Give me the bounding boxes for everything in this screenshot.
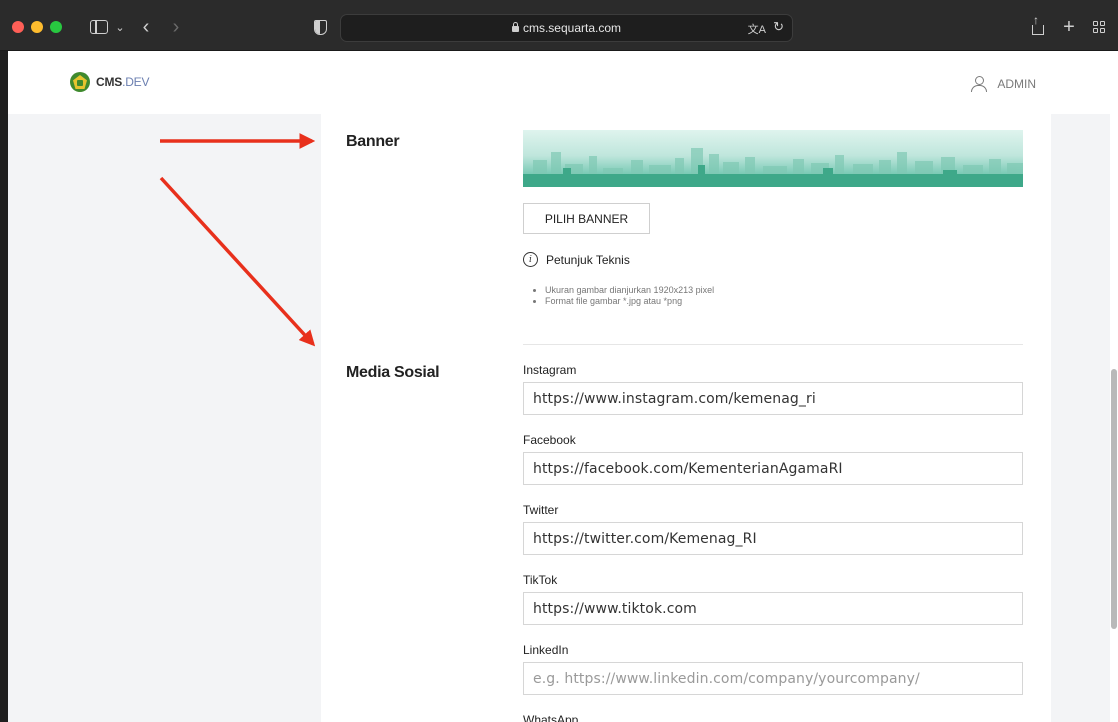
reload-icon[interactable]: ↻ xyxy=(773,19,784,35)
zoom-window-button[interactable] xyxy=(50,21,62,33)
logo-emblem-icon xyxy=(70,72,90,92)
user-menu[interactable]: ADMIN xyxy=(971,76,1036,92)
tiktok-input[interactable] xyxy=(523,592,1023,625)
social-section-title: Media Sosial xyxy=(346,364,440,381)
twitter-label: Twitter xyxy=(523,503,559,517)
whatsapp-label: WhatsApp xyxy=(523,713,579,722)
user-icon xyxy=(971,76,988,92)
banner-section-title: Banner xyxy=(346,133,400,150)
list-item: Format file gambar *.jpg atau *png xyxy=(545,296,714,307)
scrollbar-track[interactable] xyxy=(1110,114,1118,722)
tiktok-label: TikTok xyxy=(523,573,558,587)
share-icon[interactable] xyxy=(1030,13,1046,37)
facebook-label: Facebook xyxy=(523,433,576,447)
info-icon: i xyxy=(523,252,538,267)
settings-card: Banner PILIH BANNER i Petunjuk Teknis • … xyxy=(321,114,1051,722)
banner-preview-image xyxy=(523,130,1023,187)
section-divider xyxy=(523,344,1023,345)
twitter-input[interactable] xyxy=(523,522,1023,555)
forward-icon[interactable]: › xyxy=(168,16,184,38)
choose-banner-button[interactable]: PILIH BANNER xyxy=(523,203,650,234)
technical-notes-heading: i Petunjuk Teknis xyxy=(523,252,630,267)
linkedin-label: LinkedIn xyxy=(523,643,569,657)
technical-notes-list: Ukuran gambar dianjurkan 1920x213 pixel … xyxy=(533,285,714,307)
new-tab-icon[interactable]: + xyxy=(1060,16,1078,38)
address-bar[interactable]: cms.sequarta.com 文A ↻ xyxy=(340,14,793,42)
instagram-input[interactable] xyxy=(523,382,1023,415)
instagram-label: Instagram xyxy=(523,363,577,377)
logo[interactable]: CMS.DEV xyxy=(70,72,149,92)
list-item: Ukuran gambar dianjurkan 1920x213 pixel xyxy=(545,285,714,296)
close-window-button[interactable] xyxy=(12,21,24,33)
user-label: ADMIN xyxy=(997,77,1036,91)
page-viewport: CMS.DEV ADMIN Banner PILIH BANNER i Petu… xyxy=(8,51,1118,722)
lock-icon xyxy=(511,22,519,32)
scrollbar-thumb[interactable] xyxy=(1111,369,1117,629)
browser-toolbar: ⌄ ‹ › cms.sequarta.com 文A ↻ + xyxy=(0,0,1118,51)
shield-icon[interactable] xyxy=(312,17,328,37)
sidebar-toggle-icon[interactable] xyxy=(86,17,112,37)
tab-overview-icon[interactable] xyxy=(1090,17,1108,37)
linkedin-input[interactable] xyxy=(523,662,1023,695)
back-icon[interactable]: ‹ xyxy=(138,16,154,38)
minimize-window-button[interactable] xyxy=(31,21,43,33)
logo-subtext: .DEV xyxy=(122,75,150,89)
facebook-input[interactable] xyxy=(523,452,1023,485)
logo-text: CMS xyxy=(96,75,123,89)
app-header: CMS.DEV ADMIN xyxy=(8,51,1118,114)
translate-icon[interactable]: 文A xyxy=(748,21,766,37)
chevron-down-icon[interactable]: ⌄ xyxy=(114,17,126,37)
technical-notes-title: Petunjuk Teknis xyxy=(546,252,630,267)
url-text: cms.sequarta.com xyxy=(522,21,622,35)
